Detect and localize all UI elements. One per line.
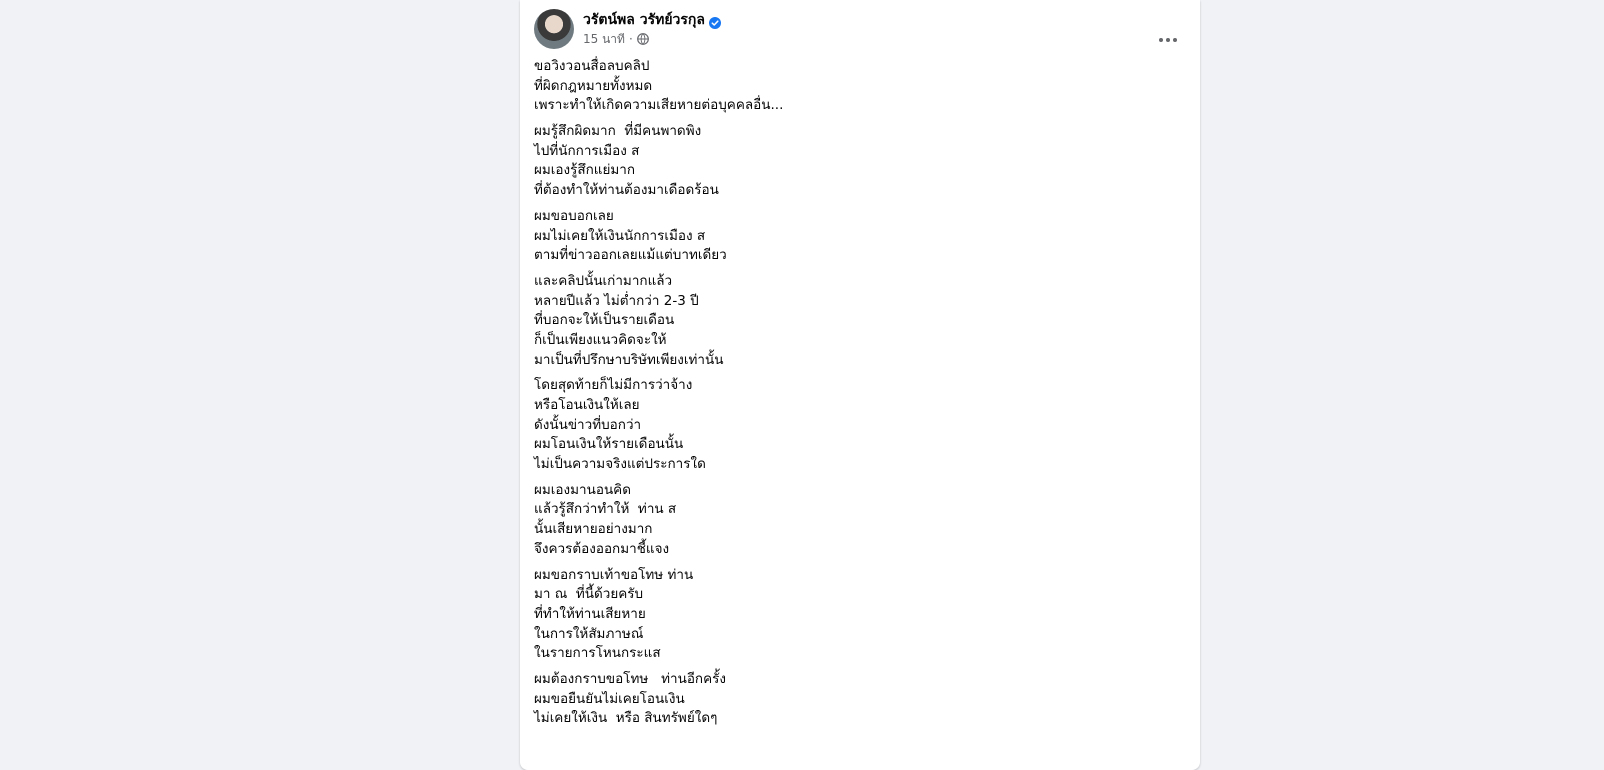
post-text-line: จึงควรต้องออกมาชี้แจง <box>534 540 670 557</box>
post-text-line: แล้วรู้สึกว่าทำให้ ท่าน ส <box>534 501 677 518</box>
post-text-line: ผมเองรู้สึกแย่มาก <box>534 162 636 179</box>
author-name[interactable]: วรัตน์พล วรัทย์วรกุล <box>583 10 705 30</box>
post-text-line: โดยสุดท้ายก็ไม่มีการว่าจ้าง <box>534 377 693 394</box>
post-text-line: ในรายการโหนกระแส <box>534 645 661 662</box>
post-text-line: ที่บอกจะให้เป็นรายเดือน <box>534 312 675 329</box>
post-header: วรัตน์พล วรัทย์วรกุล 15 นาที · <box>534 9 1186 51</box>
post-text-line: มาเป็นที่ปรึกษาบริษัทเพียงเท่านั้น <box>534 351 724 368</box>
post-paragraph: ขอวิงวอนสื่อลบคลิปที่ผิดกฎหมายทั้งหมดเพร… <box>534 57 1174 116</box>
post-text-line: ผมเองมานอนคิด <box>534 481 631 498</box>
post-text-line: ผมต้องกราบขอโทษ ท่านอีกครั้ง <box>534 670 726 687</box>
post-text-line: ดังนั้นข่าวที่บอกว่า <box>534 416 642 433</box>
post-text-line: ผมไม่เคยให้เงินนักการเมือง ส <box>534 227 706 244</box>
post-text-line: ผมขอบอกเลย <box>534 207 614 224</box>
globe-icon[interactable] <box>636 33 649 45</box>
more-options-button[interactable] <box>1150 13 1186 49</box>
post-text-line: ในการให้สัมภาษณ์ <box>534 625 644 642</box>
post-text-line: ผมรู้สึกผิดมาก ที่มีคนพาดพิง <box>534 123 702 140</box>
post-text-line: ไม่เป็นความจริงแต่ประการใด <box>534 456 706 473</box>
meta-separator: · <box>628 32 633 46</box>
post-meta: 15 นาที · <box>583 30 649 48</box>
more-options-icon <box>1158 28 1178 42</box>
post-text-line: และคลิปนั้นเก่ามากแล้ว <box>534 272 673 289</box>
post-text-line: ที่ผิดกฎหมายทั้งหมด <box>534 77 653 94</box>
post-text-line: ผมขอกราบเท้าขอโทษ ท่าน <box>534 566 694 583</box>
post-paragraph: ผมขอบอกเลยผมไม่เคยให้เงินนักการเมือง สตา… <box>534 207 1174 266</box>
post-card: วรัตน์พล วรัทย์วรกุล 15 นาที · ขอวิงวอนส… <box>520 0 1200 770</box>
post-paragraph: โดยสุดท้ายก็ไม่มีการว่าจ้างหรือโอนเงินให… <box>534 376 1174 474</box>
post-paragraph: ผมต้องกราบขอโทษ ท่านอีกครั้งผมขอยืนยันไม… <box>534 670 1174 729</box>
verified-badge-icon <box>708 14 721 29</box>
post-text-line: ผมขอยืนยันไม่เคยโอนเงิน <box>534 690 685 707</box>
post-paragraph: ผมขอกราบเท้าขอโทษ ท่านมา ณ ที่นี้ด้วยครั… <box>534 566 1174 664</box>
post-paragraph: และคลิปนั้นเก่ามากแล้วหลายปีแล้ว ไม่ต่ำก… <box>534 272 1174 370</box>
post-paragraph: ผมเองมานอนคิดแล้วรู้สึกว่าทำให้ ท่าน สนั… <box>534 481 1174 560</box>
post-text-line: เพราะทำให้เกิดความเสียหายต่อบุคคลอื่น... <box>534 97 784 114</box>
post-text-line: ขอวิงวอนสื่อลบคลิป <box>534 58 650 74</box>
post-paragraph: ผมรู้สึกผิดมาก ที่มีคนพาดพิงไปที่นักการเ… <box>534 122 1174 201</box>
post-text-line: หรือโอนเงินให้เลย <box>534 397 640 413</box>
post-timestamp[interactable]: 15 นาที <box>583 30 625 49</box>
post-text-line: ตามที่ข่าวออกเลยแม้แต่บาทเดียว <box>534 247 727 264</box>
post-text-line: นั้นเสียหายอย่างมาก <box>534 521 653 538</box>
post-text-line: ไม่เคยให้เงิน หรือ สินทรัพย์ใดๆ <box>534 710 718 727</box>
post-text-line: หลายปีแล้ว ไม่ต่ำกว่า 2-3 ปี <box>534 292 699 309</box>
post-text-line: ก็เป็นเพียงแนวคิดจะให้ <box>534 331 667 348</box>
author-line: วรัตน์พล วรัทย์วรกุล <box>583 10 721 30</box>
post-text-line: ผมโอนเงินให้รายเดือนนั้น <box>534 436 684 453</box>
post-text-line: ที่ต้องทำให้ท่านต้องมาเดือดร้อน <box>534 182 719 199</box>
post-text-line: ที่ทำให้ท่านเสียหาย <box>534 605 646 622</box>
author-avatar[interactable] <box>534 9 574 49</box>
post-message: ขอวิงวอนสื่อลบคลิปที่ผิดกฎหมายทั้งหมดเพร… <box>534 57 1174 735</box>
post-text-line: ไปที่นักการเมือง ส <box>534 142 640 159</box>
post-text-line: มา ณ ที่นี้ด้วยครับ <box>534 586 644 603</box>
